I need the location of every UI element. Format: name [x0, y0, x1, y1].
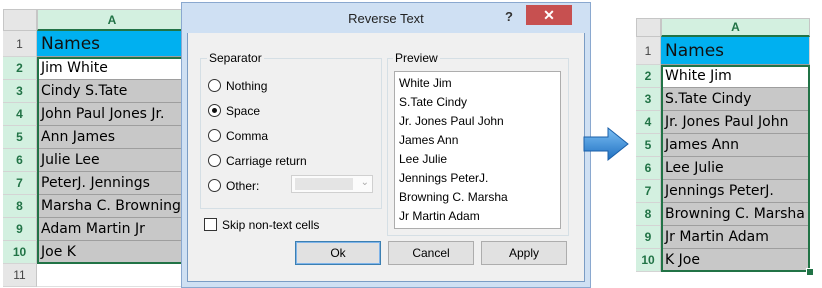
row-header[interactable]: 5 [636, 134, 661, 157]
row-header[interactable]: 11 [3, 264, 37, 287]
column-header-a[interactable]: A [661, 18, 810, 37]
empty-cell[interactable] [37, 264, 187, 287]
header-cell[interactable]: Names [661, 37, 810, 65]
header-cell[interactable]: Names [37, 31, 187, 57]
help-button[interactable]: ? [498, 7, 520, 27]
cell[interactable]: S.Tate Cindy [661, 88, 810, 111]
skip-non-text-checkbox[interactable] [204, 218, 217, 231]
row-header[interactable]: 10 [3, 241, 37, 264]
radio-nothing-label[interactable]: Nothing [226, 79, 267, 93]
cell[interactable]: Ann James [37, 126, 187, 149]
other-separator-combobox[interactable]: ⌄ [291, 175, 373, 193]
row-header[interactable]: 9 [636, 226, 661, 249]
other-separator-input [295, 178, 353, 190]
row-header[interactable]: 3 [636, 88, 661, 111]
preview-item: Jr Martin Adam [399, 209, 480, 223]
row-header[interactable]: 6 [636, 157, 661, 180]
cell[interactable]: Jr Martin Adam [661, 226, 810, 249]
cell[interactable]: White Jim [661, 65, 810, 88]
row-header[interactable]: 8 [636, 203, 661, 226]
cell[interactable]: James Ann [661, 134, 810, 157]
reverse-text-dialog: Reverse Text ? ✕ Separator Nothing Space… [182, 3, 590, 281]
cell[interactable]: Joe K [37, 241, 187, 264]
cell[interactable]: Jim White [37, 57, 187, 80]
row-header[interactable]: 4 [636, 111, 661, 134]
cell[interactable]: Jr. Jones Paul John [661, 111, 810, 134]
row-header[interactable]: 3 [3, 80, 37, 103]
dialog-titlebar[interactable]: Reverse Text ? ✕ [182, 3, 590, 33]
cell[interactable]: PeterJ. Jennings [37, 172, 187, 195]
preview-item: Lee Julie [399, 152, 448, 166]
close-button[interactable]: ✕ [526, 5, 572, 25]
cell[interactable]: K Joe [661, 249, 810, 272]
radio-other[interactable] [208, 179, 221, 192]
cell[interactable]: Julie Lee [37, 149, 187, 172]
row-header[interactable]: 2 [3, 57, 37, 80]
row-header[interactable]: 6 [3, 149, 37, 172]
apply-button[interactable]: Apply [481, 241, 567, 265]
radio-carriage-return[interactable] [208, 154, 221, 167]
radio-comma-label[interactable]: Comma [226, 129, 268, 143]
cell[interactable]: Lee Julie [661, 157, 810, 180]
row-header[interactable]: 5 [3, 126, 37, 149]
chevron-down-icon[interactable]: ⌄ [361, 177, 369, 188]
preview-item: Jr. Jones Paul John [399, 114, 504, 128]
preview-item: James Ann [399, 133, 459, 147]
radio-selected-dot [212, 108, 217, 113]
fill-handle[interactable] [806, 268, 814, 276]
preview-item: White Jim [399, 76, 452, 90]
radio-comma[interactable] [208, 129, 221, 142]
radio-space-label[interactable]: Space [226, 104, 260, 118]
cell[interactable]: John Paul Jones Jr. [37, 103, 187, 126]
column-header-a[interactable]: A [37, 9, 187, 31]
cell[interactable]: Cindy S.Tate [37, 80, 187, 103]
select-all-corner[interactable] [636, 18, 661, 37]
row-header[interactable]: 7 [3, 172, 37, 195]
row-header[interactable]: 8 [3, 195, 37, 218]
preview-item: Jennings PeterJ. [399, 171, 489, 185]
separator-group-label: Separator [207, 51, 264, 65]
row-header[interactable]: 4 [3, 103, 37, 126]
row-header[interactable]: 1 [636, 37, 661, 65]
arrow-right-icon [583, 126, 629, 162]
radio-nothing[interactable] [208, 79, 221, 92]
radio-other-label[interactable]: Other: [226, 179, 259, 193]
row-header[interactable]: 2 [636, 65, 661, 88]
cell[interactable]: Adam Martin Jr [37, 218, 187, 241]
radio-carriage-return-label[interactable]: Carriage return [226, 154, 307, 168]
radio-space[interactable] [208, 104, 221, 117]
cell[interactable]: Marsha C. Browning [37, 195, 187, 218]
ok-button[interactable]: Ok [295, 241, 381, 265]
cancel-button[interactable]: Cancel [388, 241, 474, 265]
preview-item: S.Tate Cindy [399, 95, 468, 109]
select-all-corner[interactable] [3, 9, 37, 31]
cell[interactable]: Jennings PeterJ. [661, 180, 810, 203]
preview-item: Browning C. Marsha [399, 190, 508, 204]
skip-non-text-label[interactable]: Skip non-text cells [222, 218, 319, 232]
preview-group-label: Preview [393, 51, 440, 65]
row-header[interactable]: 7 [636, 180, 661, 203]
preview-listbox[interactable]: White Jim S.Tate Cindy Jr. Jones Paul Jo… [394, 71, 561, 229]
row-header[interactable]: 9 [3, 218, 37, 241]
cell[interactable]: Browning C. Marsha [661, 203, 810, 226]
row-header[interactable]: 1 [3, 31, 37, 57]
row-header[interactable]: 10 [636, 249, 661, 272]
